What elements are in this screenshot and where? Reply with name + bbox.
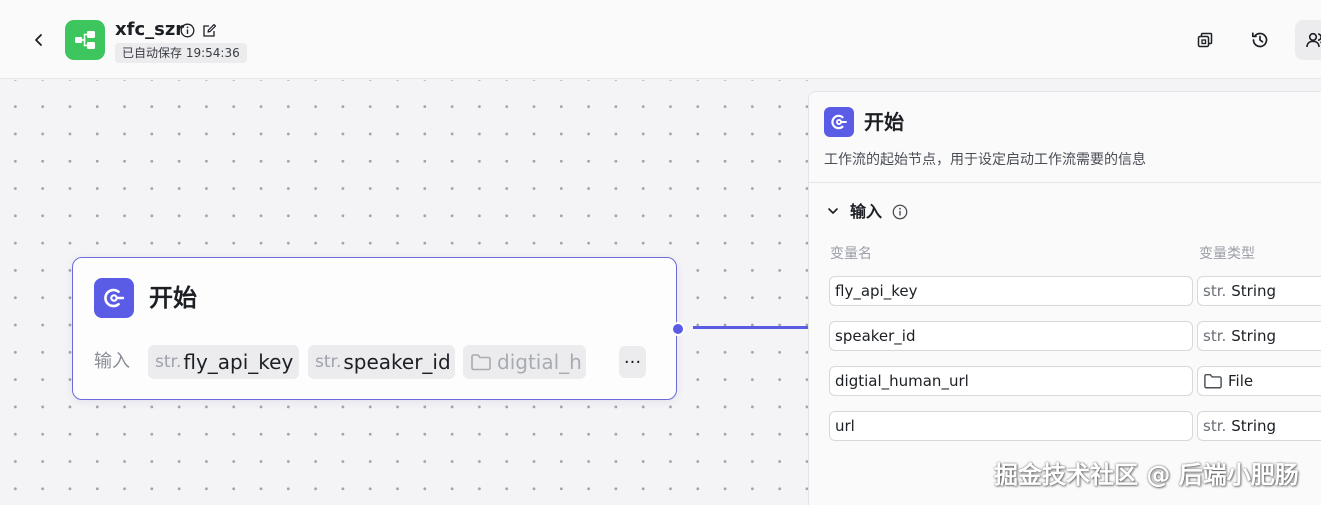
node-title: 开始 xyxy=(149,284,197,312)
panel-title: 开始 xyxy=(864,110,904,134)
watermark: 掘金技术社区 @ 后端小肥肠 xyxy=(994,461,1299,489)
collaborators-button[interactable] xyxy=(1295,20,1321,60)
users-icon xyxy=(1306,32,1321,48)
folder-icon xyxy=(471,354,491,371)
start-icon xyxy=(824,107,854,137)
app-title: xfc_szr xyxy=(115,19,185,40)
variable-type-label: String xyxy=(1231,327,1277,345)
collapse-inputs-button[interactable] xyxy=(824,202,842,220)
copy-icon xyxy=(1197,32,1213,48)
chevron-down-icon xyxy=(828,208,838,214)
variable-type-select[interactable]: str. String xyxy=(1197,321,1321,351)
type-prefix: str. xyxy=(315,352,342,372)
type-prefix: str. xyxy=(1203,417,1227,435)
variable-type-select[interactable]: str. String xyxy=(1197,411,1321,441)
column-header-type: 变量类型 xyxy=(1199,246,1255,262)
top-bar: xfc_szr 已自动保存 19:54:36 xyxy=(0,0,1321,79)
chip-label: digtial_h xyxy=(497,350,582,374)
back-button[interactable] xyxy=(28,29,50,51)
section-title: 输入 xyxy=(850,202,883,221)
variable-type-select[interactable]: str. String xyxy=(1197,276,1321,306)
output-handle[interactable] xyxy=(671,322,685,336)
divider xyxy=(809,182,1321,183)
start-node[interactable]: 开始 输入 str. fly_api_key str. speaker_id d… xyxy=(72,257,677,400)
type-prefix: str. xyxy=(155,352,182,372)
history-button[interactable] xyxy=(1244,24,1276,56)
node-config-panel: 开始 工作流的起始节点，用于设定启动工作流需要的信息 输入 变量名 变量类型 s… xyxy=(808,91,1321,505)
variable-name-input[interactable] xyxy=(829,411,1193,441)
start-icon xyxy=(94,278,134,318)
type-prefix: str. xyxy=(1203,327,1227,345)
edit-icon[interactable] xyxy=(201,22,217,38)
input-chip: str. fly_api_key xyxy=(148,345,299,379)
variable-name-input[interactable] xyxy=(829,321,1193,351)
variable-name-input[interactable] xyxy=(829,276,1193,306)
type-prefix: str. xyxy=(1203,282,1227,300)
variable-type-label: File xyxy=(1228,372,1254,390)
variable-name-input[interactable] xyxy=(829,366,1193,396)
chip-label: speaker_id xyxy=(343,350,451,374)
panel-description: 工作流的起始节点，用于设定启动工作流需要的信息 xyxy=(824,152,1146,168)
chip-label: fly_api_key xyxy=(183,350,294,374)
more-inputs-button[interactable]: ··· xyxy=(619,346,646,378)
variable-type-label: String xyxy=(1231,417,1277,435)
autosave-status: 已自动保存 19:54:36 xyxy=(115,43,247,63)
info-icon[interactable] xyxy=(891,203,908,220)
duplicate-button[interactable] xyxy=(1189,24,1221,56)
history-icon xyxy=(1251,32,1268,48)
input-chip: digtial_h xyxy=(463,345,586,379)
column-header-name: 变量名 xyxy=(830,246,872,262)
chevron-left-icon xyxy=(35,34,42,46)
workflow-icon xyxy=(65,20,105,60)
connection-edge xyxy=(693,326,809,329)
node-inputs-label: 输入 xyxy=(94,351,130,372)
info-icon[interactable] xyxy=(179,22,195,38)
folder-icon xyxy=(1204,373,1222,389)
input-chip: str. speaker_id xyxy=(308,345,455,379)
variable-type-select[interactable]: File xyxy=(1197,366,1321,396)
variable-type-label: String xyxy=(1231,282,1277,300)
